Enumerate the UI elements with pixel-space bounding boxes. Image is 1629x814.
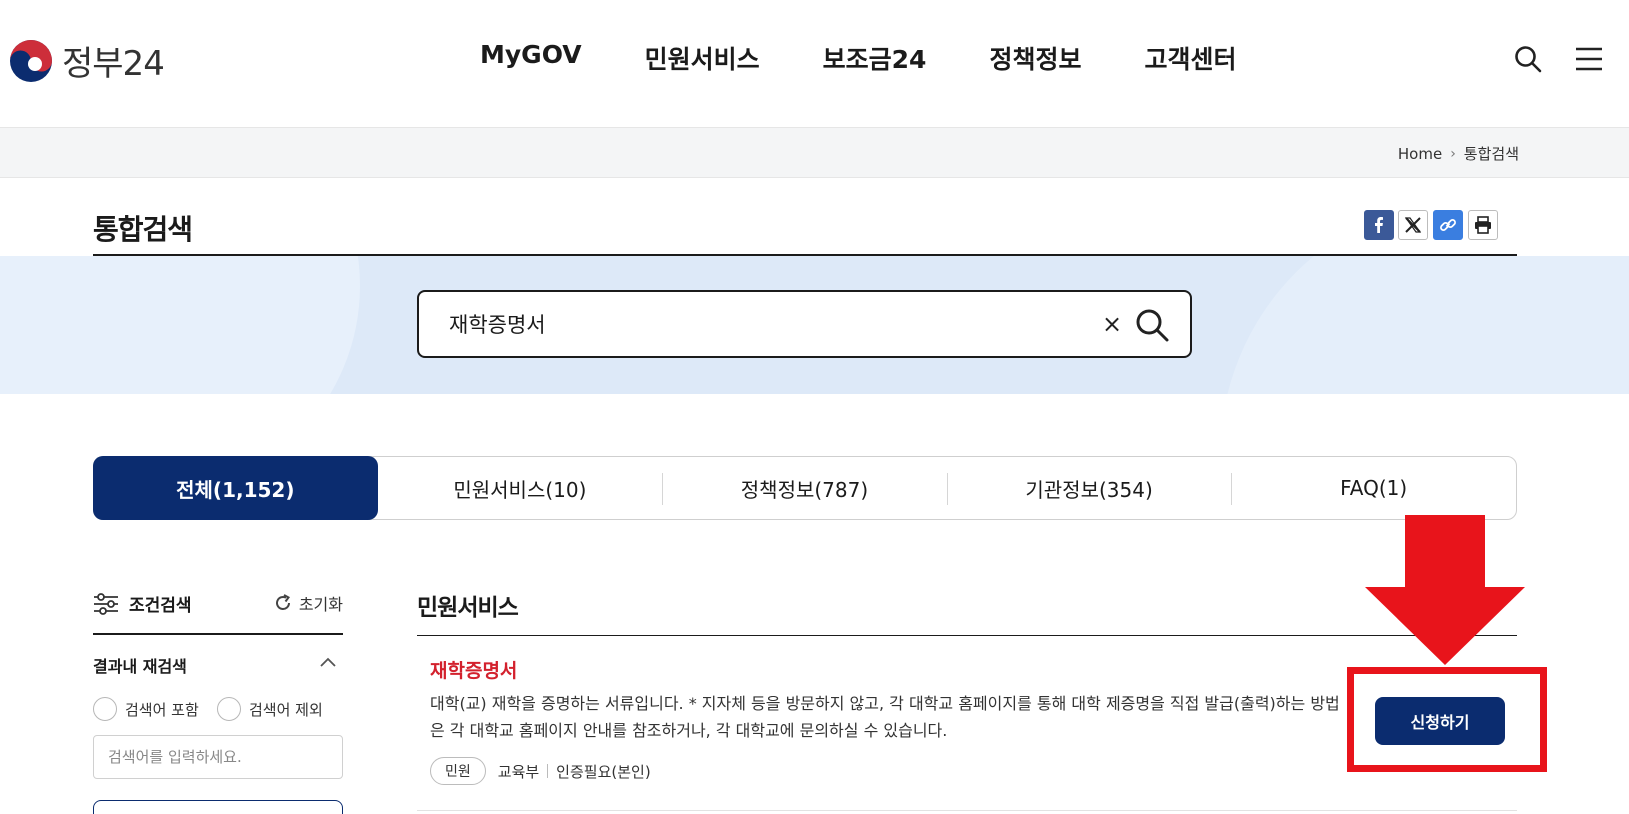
reset-button[interactable]: 초기화 [273,591,343,615]
filter-sliders-icon [94,592,118,615]
result-tabs: 전체(1,152) 민원서비스(10) 정책정보(787) 기관정보(354) … [93,456,1517,520]
result-description: 대학(교) 재학을 증명하는 서류입니다. * 지자체 등을 방문하지 않고, … [430,694,1340,740]
nav-civil-service[interactable]: 민원서비스 [645,40,760,76]
radio-include-label: 검색어 포함 [125,700,199,719]
search-box: × [417,290,1192,358]
filter-header: 조건검색 초기화 [93,591,343,635]
radio-exclude-label: 검색어 제외 [249,700,323,719]
nav-customer-center[interactable]: 고객센터 [1144,40,1236,76]
result-auth-requirement: 인증필요(본인) [556,762,651,781]
radio-circle[interactable] [217,697,241,721]
search-submit-icon[interactable] [1133,306,1171,344]
breadcrumb-bar: Home › 통합검색 [0,128,1629,178]
category-badge: 민원 [430,757,486,785]
search-input[interactable] [449,306,1049,342]
facebook-icon[interactable] [1364,210,1394,240]
nav-subsidy24[interactable]: 보조금24 [823,40,927,76]
link-icon[interactable] [1433,210,1463,240]
annotation-highlight-box [1347,667,1547,772]
chevron-right-icon: › [1450,145,1456,162]
tab-all[interactable]: 전체(1,152) [93,456,378,520]
filter-title: 조건검색 [93,591,192,616]
result-divider [417,810,1517,811]
tab-civil-service[interactable]: 민원서비스(10) [378,457,663,519]
result-title-link[interactable]: 재학증명서 [430,656,517,683]
decorative-circle [0,256,360,394]
radio-exclude-keyword[interactable]: 검색어 제외 [217,697,323,721]
search-icon[interactable] [1513,44,1543,74]
search-band: × [0,256,1629,394]
taeguk-logo-icon [10,39,52,82]
radio-include-keyword[interactable]: 검색어 포함 [93,697,199,721]
section-divider [417,635,1517,636]
breadcrumb-current: 통합검색 [1463,145,1519,163]
refine-search-label: 결과내 재검색 [93,657,187,676]
site-logo[interactable]: 정부24 [8,36,165,85]
chevron-up-icon[interactable] [318,654,338,670]
nav-policy-info[interactable]: 정책정보 [989,40,1081,76]
site-header: 정부24 MyGOV 민원서비스 보조금24 정책정보 고객센터 [0,0,1629,128]
page-title: 통합검색 [93,213,193,246]
nav-mygov[interactable]: MyGOV [480,40,582,76]
clear-search-icon[interactable]: × [1099,311,1125,337]
refine-search-input[interactable] [93,735,343,779]
section-title: 민원서비스 [417,595,519,621]
tab-policy-info[interactable]: 정책정보(787) [662,457,947,519]
decorative-circle [1220,256,1629,394]
reset-label: 초기화 [298,595,343,614]
result-agency: 교육부 [497,762,540,781]
filter-title-label: 조건검색 [129,596,192,616]
main-nav: MyGOV 민원서비스 보조금24 정책정보 고객센터 [480,40,1299,76]
radio-circle[interactable] [93,697,117,721]
result-meta: 민원 교육부 인증필요(본인) [430,757,651,785]
print-icon[interactable] [1468,210,1498,240]
x-twitter-icon[interactable] [1398,210,1428,240]
breadcrumb-home[interactable]: Home [1398,145,1442,163]
tab-faq[interactable]: FAQ(1) [1231,457,1516,519]
meta-divider [547,764,549,778]
logo-text: 정부24 [62,44,165,84]
tab-agency-info[interactable]: 기관정보(354) [946,457,1232,519]
refine-search-button[interactable] [93,800,343,814]
breadcrumb: Home › 통합검색 [1398,143,1519,164]
hamburger-menu-icon[interactable] [1574,44,1604,74]
refresh-icon [275,594,290,610]
annotation-arrow-icon [1365,515,1525,665]
